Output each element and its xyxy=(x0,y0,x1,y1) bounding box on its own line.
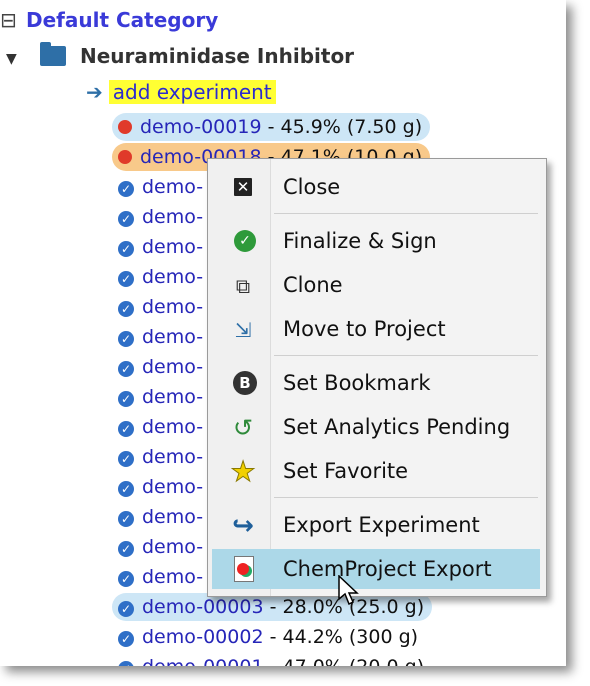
check-icon: ✓ xyxy=(118,391,134,407)
experiment-row[interactable]: ✓ demo- xyxy=(112,443,211,471)
experiment-row[interactable]: ✓ demo- xyxy=(112,173,211,201)
status-red-dot-icon xyxy=(118,150,132,164)
experiment-row[interactable]: ✓ demo- xyxy=(112,383,211,411)
experiment-row[interactable]: ✓ demo- xyxy=(112,353,211,381)
menu-item-set-analytics-pending[interactable]: ↺ Set Analytics Pending xyxy=(212,407,540,447)
check-icon: ✓ xyxy=(118,181,134,197)
check-icon: ✓ xyxy=(118,241,134,257)
experiment-row[interactable]: ✓ demo-00003 - 28.0% (25.0 g) xyxy=(112,593,433,621)
status-red-dot-icon xyxy=(118,120,132,134)
analytics-pending-icon: ↺ xyxy=(232,414,254,442)
check-icon: ✓ xyxy=(118,211,134,227)
menu-item-clone[interactable]: ⧉ Clone xyxy=(212,265,540,305)
menu-item-close[interactable]: ✕ Close xyxy=(212,167,540,207)
experiment-row[interactable]: ✓ demo- xyxy=(112,323,211,351)
check-icon: ✓ xyxy=(118,271,134,287)
project-label: Neuraminidase Inhibitor xyxy=(80,44,355,68)
category-label: Default Category xyxy=(26,8,219,32)
experiment-row[interactable]: ✓ demo- xyxy=(112,233,211,261)
context-menu: ✕ Close ✓ Finalize & Sign ⧉ Clone ⇲ Move… xyxy=(207,158,547,597)
star-icon: ★ xyxy=(230,455,256,488)
menu-item-move-to-project[interactable]: ⇲ Move to Project xyxy=(212,309,540,349)
bookmark-icon: B xyxy=(233,371,257,395)
chemproject-document-icon xyxy=(234,556,254,582)
experiment-row[interactable]: ✓ demo- xyxy=(112,203,211,231)
check-icon: ✓ xyxy=(118,511,134,527)
tree-icon: ⊟ xyxy=(0,8,17,32)
menu-separator xyxy=(274,355,538,356)
check-icon: ✓ xyxy=(118,541,134,557)
experiment-tree-panel: ⊟ Default Category ▼ Neuraminidase Inhibit… xyxy=(0,0,566,666)
menu-item-set-favorite[interactable]: ★ Set Favorite xyxy=(212,451,540,491)
check-icon: ✓ xyxy=(118,661,134,666)
experiment-row[interactable]: ✓ demo- xyxy=(112,533,211,561)
category-row[interactable]: ⊟ Default Category xyxy=(0,8,218,32)
experiment-row[interactable]: ✓ demo- xyxy=(112,503,211,531)
project-row[interactable]: ▼ Neuraminidase Inhibitor xyxy=(6,42,355,68)
experiment-row[interactable]: ✓ demo-00002 - 44.2% (300 g) xyxy=(112,623,426,651)
add-experiment-link[interactable]: ➔ add experiment xyxy=(86,80,276,104)
experiment-row[interactable]: demo-00019 - 45.9% (7.50 g) xyxy=(112,113,431,141)
close-icon: ✕ xyxy=(234,178,252,196)
mouse-cursor-icon xyxy=(338,575,359,606)
experiment-row[interactable]: ✓ demo- xyxy=(112,293,211,321)
experiment-row[interactable]: ✓ demo- xyxy=(112,413,211,441)
expand-caret-icon[interactable]: ▼ xyxy=(6,51,40,67)
check-icon: ✓ xyxy=(118,601,134,617)
experiment-row[interactable]: ✓demo-00001 - 47.0% (20.0 g) xyxy=(112,653,432,666)
check-icon: ✓ xyxy=(118,451,134,467)
folder-icon xyxy=(40,42,66,66)
check-icon: ✓ xyxy=(118,361,134,377)
check-icon: ✓ xyxy=(118,301,134,317)
menu-item-chemproject-export[interactable]: ChemProject Export xyxy=(212,549,540,589)
experiment-row[interactable]: ✓ demo- xyxy=(112,263,211,291)
add-experiment-label: add experiment xyxy=(108,80,276,104)
finalize-check-icon: ✓ xyxy=(234,230,256,252)
export-arrow-icon: ↪ xyxy=(232,511,254,541)
menu-separator xyxy=(274,497,538,498)
menu-item-set-bookmark[interactable]: B Set Bookmark xyxy=(212,363,540,403)
clone-icon: ⧉ xyxy=(235,274,251,298)
check-icon: ✓ xyxy=(118,571,134,587)
experiment-row[interactable]: ✓ demo- xyxy=(112,473,211,501)
arrow-right-icon: ➔ xyxy=(86,80,103,104)
check-icon: ✓ xyxy=(118,631,134,647)
menu-item-export-experiment[interactable]: ↪ Export Experiment xyxy=(212,505,540,545)
move-to-project-icon: ⇲ xyxy=(234,318,252,342)
check-icon: ✓ xyxy=(118,421,134,437)
experiment-row[interactable]: ✓ demo- xyxy=(112,563,211,591)
check-icon: ✓ xyxy=(118,331,134,347)
menu-separator xyxy=(274,213,538,214)
menu-item-finalize-sign[interactable]: ✓ Finalize & Sign xyxy=(212,221,540,261)
check-icon: ✓ xyxy=(118,481,134,497)
